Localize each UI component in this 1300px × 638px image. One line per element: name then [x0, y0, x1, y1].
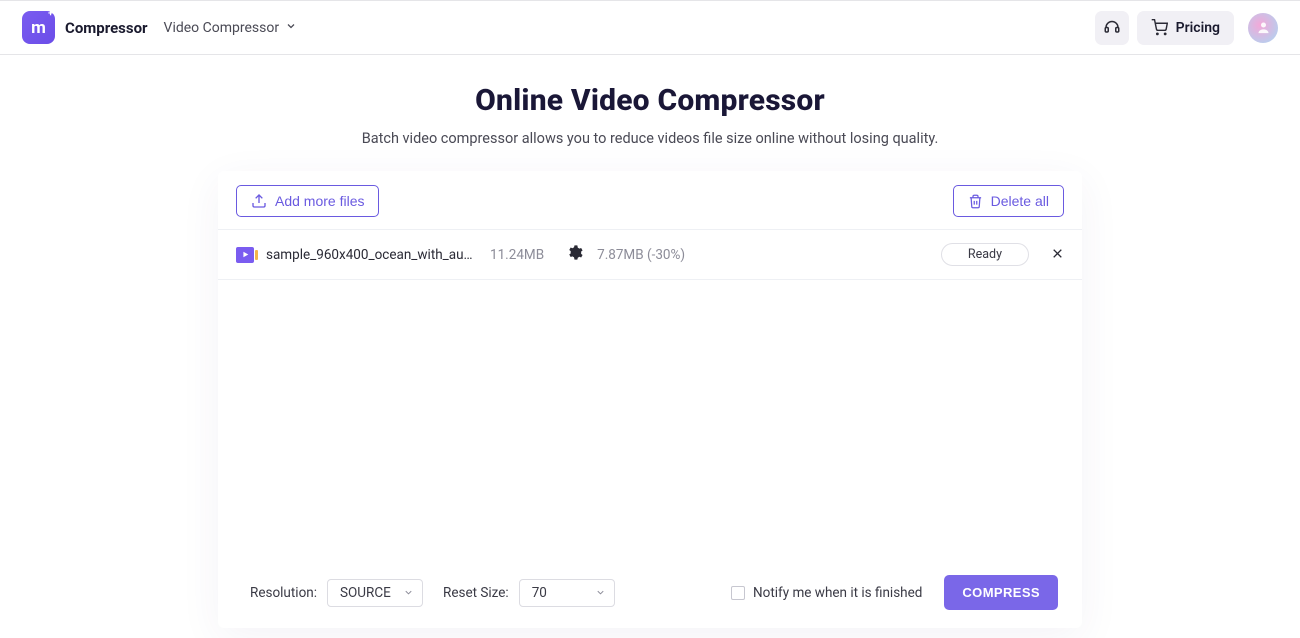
avatar[interactable] [1248, 13, 1278, 43]
add-more-files-button[interactable]: Add more files [236, 185, 379, 217]
delete-all-label: Delete all [991, 193, 1049, 209]
pricing-label: Pricing [1176, 20, 1220, 36]
file-name: sample_960x400_ocean_with_audio (2).... [266, 247, 476, 263]
top-nav: m Compressor Video Compressor Pricing [0, 0, 1300, 55]
chevron-down-icon [403, 587, 414, 598]
file-compressed-size: 7.87MB (-30%) [597, 247, 685, 263]
cart-icon [1151, 19, 1168, 36]
file-panel: Add more files Delete all sample_960x400… [218, 171, 1082, 628]
close-icon [1051, 247, 1064, 260]
reset-size-value: 70 [532, 585, 547, 601]
notify-checkbox[interactable] [731, 586, 745, 600]
notifications-button[interactable] [1095, 11, 1129, 45]
file-list-empty-space [218, 280, 1082, 561]
status-badge: Ready [941, 243, 1029, 266]
chevron-down-icon [595, 587, 606, 598]
remove-file-button[interactable] [1051, 246, 1064, 264]
resolution-label: Resolution: [250, 585, 317, 601]
delete-all-button[interactable]: Delete all [953, 185, 1064, 217]
file-row: sample_960x400_ocean_with_audio (2).... … [218, 230, 1082, 280]
file-settings-button[interactable] [566, 244, 583, 265]
resolution-value: SOURCE [340, 585, 391, 601]
add-more-files-label: Add more files [275, 193, 364, 209]
brand-name: Compressor [65, 19, 148, 37]
page-title: Online Video Compressor [0, 83, 1300, 118]
page-subtitle: Batch video compressor allows you to red… [0, 130, 1300, 147]
category-dropdown-label: Video Compressor [164, 20, 280, 36]
brand-logo[interactable]: m [22, 11, 55, 44]
upload-icon [251, 193, 267, 209]
chevron-down-icon [285, 20, 297, 36]
pricing-button[interactable]: Pricing [1137, 11, 1234, 45]
headset-icon [1103, 17, 1121, 39]
category-dropdown[interactable]: Video Compressor [164, 20, 298, 36]
video-file-icon [236, 247, 254, 263]
panel-footer: Resolution: SOURCE Reset Size: 70 Notify… [218, 561, 1082, 628]
reset-size-label: Reset Size: [443, 585, 509, 601]
reset-size-select[interactable]: 70 [519, 579, 615, 607]
compress-button[interactable]: COMPRESS [944, 575, 1058, 610]
file-original-size: 11.24MB [490, 247, 544, 263]
user-icon [1256, 20, 1271, 35]
notify-label: Notify me when it is finished [753, 585, 922, 601]
panel-toolbar: Add more files Delete all [218, 171, 1082, 230]
gear-icon [566, 244, 583, 261]
main-content: Online Video Compressor Batch video comp… [0, 55, 1300, 628]
trash-icon [968, 194, 983, 209]
resolution-select[interactable]: SOURCE [327, 579, 423, 607]
